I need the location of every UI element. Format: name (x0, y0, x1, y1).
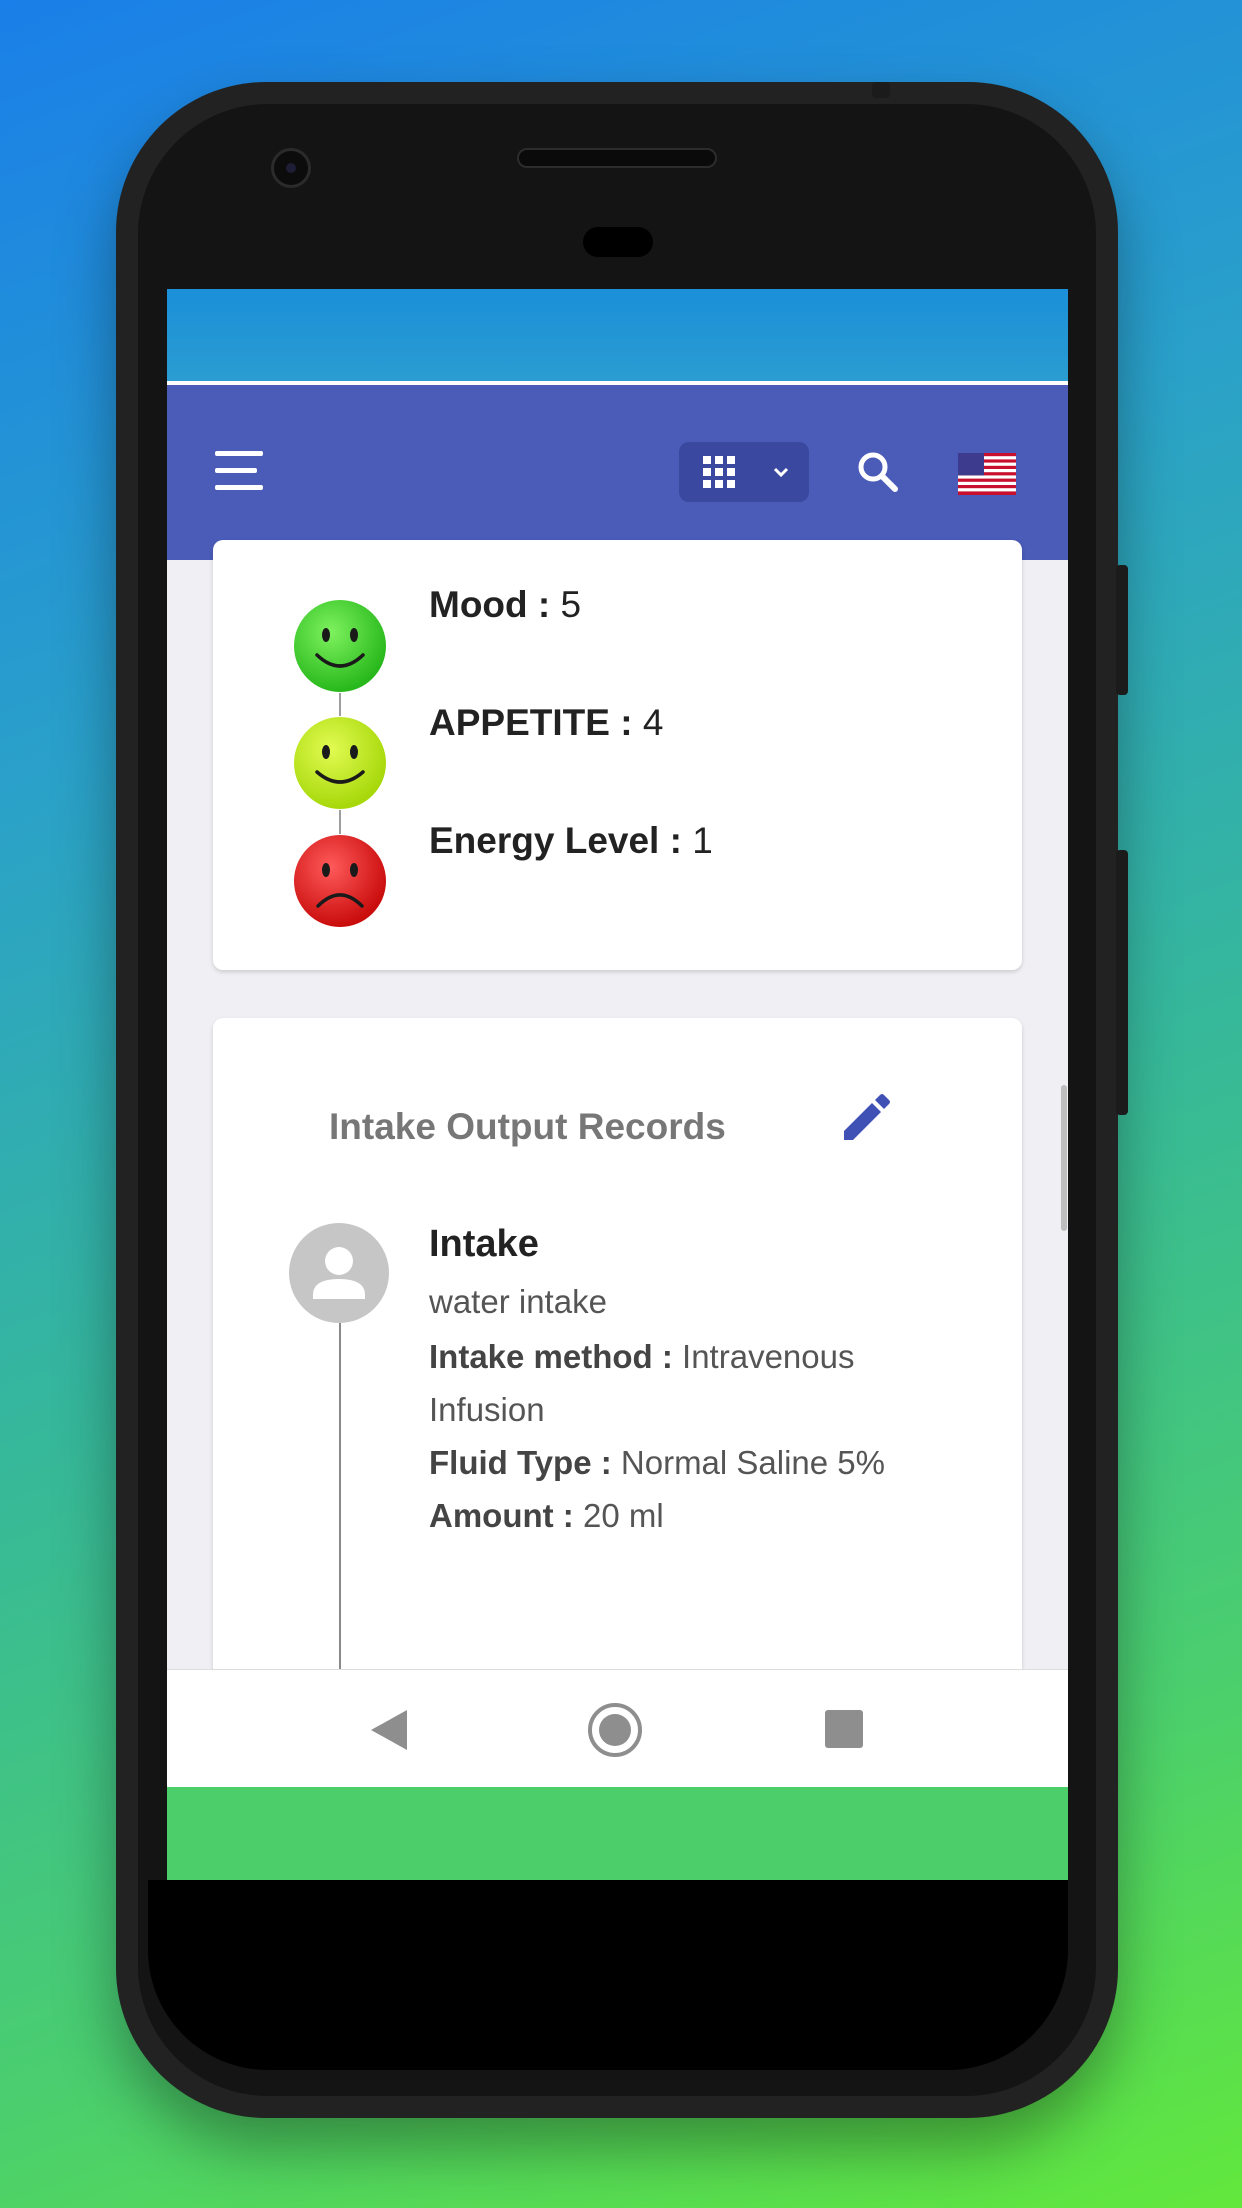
scroll-content: Mood : 5 APPETITE : 4 Energy Level: 1 I… (167, 540, 1068, 1823)
intake-method: Intake method : Intravenous Infusion (429, 1330, 949, 1436)
apps-grid-icon (703, 456, 735, 488)
bottom-band (167, 1787, 1068, 1880)
scrollbar[interactable] (1061, 1085, 1067, 1231)
status-bar (167, 289, 1068, 381)
timeline-connector (339, 810, 341, 834)
phone-chin (148, 1880, 1068, 2070)
apps-dropdown-button[interactable] (679, 442, 809, 502)
edit-pencil-icon[interactable] (840, 1094, 890, 1144)
recent-apps-icon[interactable] (825, 1710, 863, 1748)
amount-label: Amount : (429, 1497, 574, 1534)
intake-output-card: Intake Output Records Intake water intak… (213, 1018, 1022, 1823)
timeline-connector (339, 693, 341, 716)
energy-label: Energy Level : (429, 820, 682, 861)
amount-value: 20 ml (582, 1497, 664, 1534)
energy-text: Energy Level : 1 (429, 820, 713, 862)
mood-text: Mood : 5 (429, 584, 581, 626)
happy-face-icon (293, 716, 387, 810)
fluid-type-label: Fluid Type : (429, 1444, 612, 1481)
phone-power-button (1116, 565, 1128, 695)
appetite-label: APPETITE : (429, 702, 633, 743)
intake-method-label: Intake method : (429, 1338, 673, 1375)
menu-icon[interactable] (215, 451, 263, 491)
card-title: Intake Output Records (329, 1106, 726, 1147)
wellness-card: Mood : 5 APPETITE : 4 Energy Level: 1 (213, 540, 1022, 970)
appetite-text: APPETITE : 4 (429, 702, 663, 744)
chevron-down-icon (773, 467, 789, 478)
phone-screen: Mood : 5 APPETITE : 4 Energy Level: 1 I… (167, 289, 1068, 1880)
proximity-sensor (583, 227, 653, 257)
app-bar (167, 385, 1068, 560)
home-icon[interactable] (587, 1702, 643, 1758)
entry-title: Intake (429, 1223, 539, 1265)
sad-face-icon (293, 834, 387, 928)
appetite-value: 4 (642, 702, 664, 743)
fluid-type: Fluid Type : Normal Saline 5% (429, 1436, 949, 1489)
front-camera (271, 148, 311, 188)
energy-value: 1 (692, 820, 713, 861)
back-icon[interactable] (367, 1708, 411, 1752)
entry-description: water intake (429, 1283, 607, 1320)
mood-label: Mood : (429, 584, 551, 625)
phone-top-notch (872, 82, 890, 98)
person-icon (313, 1247, 365, 1299)
us-flag-icon[interactable] (958, 453, 1016, 495)
android-nav-bar (167, 1669, 1068, 1788)
happy-face-icon (293, 599, 387, 693)
avatar (289, 1223, 389, 1323)
phone-volume-button (1116, 850, 1128, 1115)
fluid-type-value: Normal Saline 5% (620, 1444, 886, 1481)
earpiece-speaker (517, 148, 717, 168)
mood-value: 5 (560, 584, 582, 625)
amount: Amount : 20 ml (429, 1489, 949, 1542)
search-icon[interactable] (855, 449, 901, 495)
